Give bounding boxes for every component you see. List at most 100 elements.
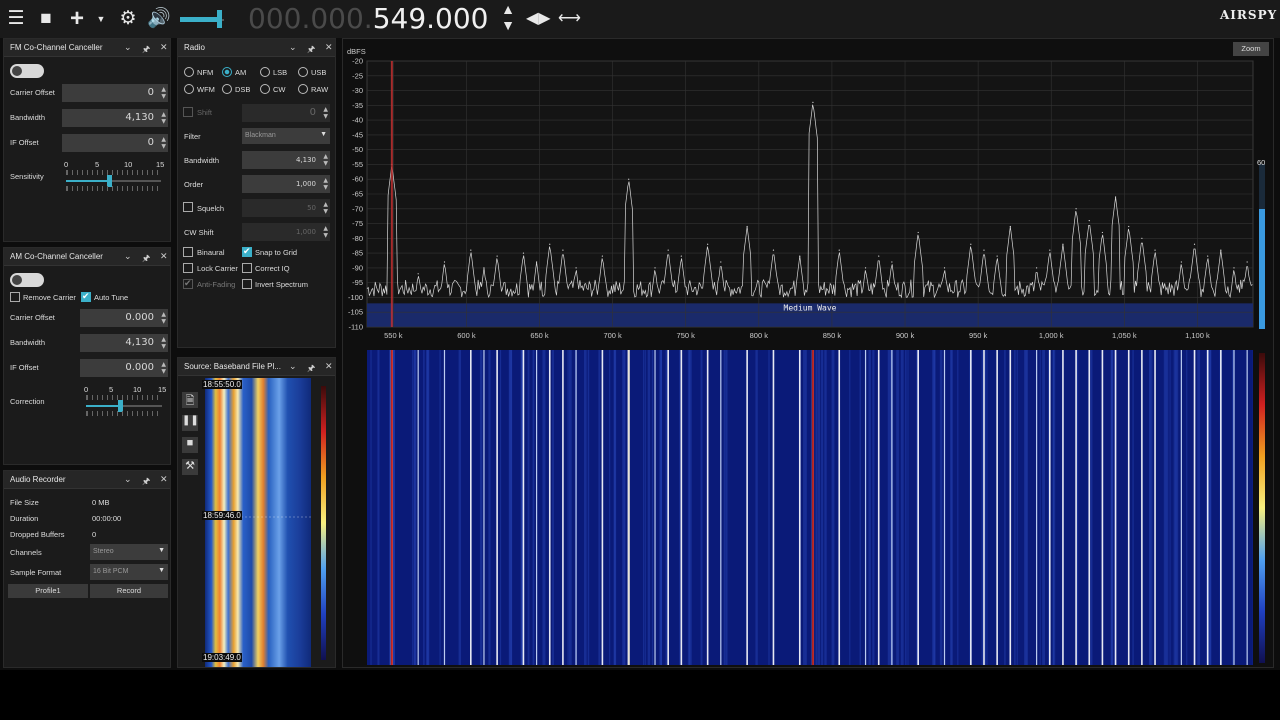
order-input[interactable]: 1,000 ▲ ▼ xyxy=(242,175,330,193)
lock-carrier-checkbox[interactable] xyxy=(183,263,193,273)
mode-radio-lsb[interactable] xyxy=(260,67,270,77)
if-offset-input[interactable]: 0 ▲ ▼ xyxy=(62,134,168,152)
noise-streak xyxy=(1197,350,1201,665)
gear-icon[interactable]: ⚙ xyxy=(116,0,140,38)
mode-label: DSB xyxy=(235,85,251,94)
close-icon[interactable]: ✕ xyxy=(325,42,333,53)
waterfall-signal-line xyxy=(667,350,669,665)
baseband-waterfall[interactable] xyxy=(205,378,311,667)
chevron-down-icon[interactable]: ▼ xyxy=(96,0,106,38)
signal-peak xyxy=(1009,225,1011,228)
spectrum-plot[interactable]: -20 -25 -30 -35 -40 -45 -50 -55 -60 -65 -70 -75 -80 -… xyxy=(343,39,1275,339)
dropped-buffers-label: Dropped Buffers xyxy=(10,530,65,539)
collapse-icon[interactable]: ⌄ xyxy=(124,42,132,53)
if-offset-input[interactable]: 0.000 ▲ ▼ xyxy=(80,359,168,377)
noise-streak xyxy=(950,350,953,665)
stop-icon[interactable]: ■ xyxy=(182,437,198,453)
mode-radio-wfm[interactable] xyxy=(184,84,194,94)
spin-arrows-icon[interactable]: ▲ ▼ xyxy=(323,177,328,191)
waterfall-display[interactable] xyxy=(367,350,1253,665)
auto-tune-checkbox[interactable] xyxy=(81,291,91,302)
collapse-icon[interactable]: ⌄ xyxy=(289,42,297,53)
menu-icon[interactable]: ☰ xyxy=(6,0,26,38)
filter-select[interactable]: Blackman ▼ xyxy=(242,128,330,144)
spin-arrows-icon[interactable]: ▲ ▼ xyxy=(323,225,328,239)
volume-knob[interactable] xyxy=(216,10,222,28)
frequency-down-icon[interactable]: ▼ xyxy=(498,16,518,35)
enable-toggle[interactable] xyxy=(10,64,44,78)
cw-shift-input[interactable]: 1,000 ▲ ▼ xyxy=(242,223,330,241)
spin-arrows-icon[interactable]: ▲ ▼ xyxy=(161,111,166,125)
mode-radio-dsb[interactable] xyxy=(222,84,232,94)
shift-input[interactable]: 0 ▲ ▼ xyxy=(242,104,330,122)
spin-arrows-icon[interactable]: ▲ ▼ xyxy=(161,361,166,375)
enable-toggle[interactable] xyxy=(10,273,44,287)
waterfall-color-scale xyxy=(1259,353,1265,663)
binaural-checkbox[interactable] xyxy=(183,247,193,257)
sample-format-select[interactable]: 16 Bit PCM ▼ xyxy=(90,564,168,580)
spin-arrows-icon[interactable]: ▲ ▼ xyxy=(323,153,328,167)
close-icon[interactable]: ✕ xyxy=(325,361,333,372)
carrier-offset-input[interactable]: 0 ▲ ▼ xyxy=(62,84,168,102)
correct-iq-checkbox[interactable] xyxy=(242,263,252,273)
snap-to-grid-checkbox[interactable] xyxy=(242,246,252,257)
invert-spectrum-checkbox[interactable] xyxy=(242,279,252,289)
signal-peak xyxy=(680,255,682,257)
anti-fading-checkbox[interactable]: ✔ xyxy=(183,278,193,289)
waterfall-signal-line xyxy=(1101,350,1104,665)
channels-select[interactable]: Stereo ▼ xyxy=(90,544,168,560)
channels-label: Channels xyxy=(10,548,42,557)
signal-peak xyxy=(1233,267,1235,269)
tools-icon[interactable]: ⚒ xyxy=(182,459,198,475)
pin-icon[interactable]: 🖈 xyxy=(142,42,150,58)
collapse-icon[interactable]: ⌄ xyxy=(124,474,132,485)
squelch-input[interactable]: 50 ▲ ▼ xyxy=(242,199,330,217)
spin-arrows-icon[interactable]: ▲ ▼ xyxy=(161,311,166,325)
pin-icon[interactable]: 🖈 xyxy=(307,361,315,377)
spin-arrows-icon[interactable]: ▲ ▼ xyxy=(323,201,328,215)
pin-icon[interactable]: 🖈 xyxy=(307,42,315,58)
span-icon[interactable]: ⟷ xyxy=(558,0,581,38)
spin-arrows-icon[interactable]: ▲ ▼ xyxy=(323,106,328,120)
panel-header: Source: Baseband File Pl... ⌄ 🖈 ✕ xyxy=(178,358,335,376)
pin-icon[interactable]: 🖈 xyxy=(142,474,150,490)
spin-arrows-icon[interactable]: ▲ ▼ xyxy=(161,336,166,350)
spin-arrows-icon[interactable]: ▲ ▼ xyxy=(161,136,166,150)
scale-label: 10 xyxy=(124,160,133,169)
remove-carrier-checkbox[interactable] xyxy=(10,292,20,302)
mode-radio-cw[interactable] xyxy=(260,84,270,94)
bandwidth-input[interactable]: 4,130 ▲ ▼ xyxy=(80,334,168,352)
shift-checkbox[interactable] xyxy=(183,107,193,117)
signal-peak xyxy=(1220,249,1222,251)
record-button[interactable]: Record xyxy=(90,584,168,598)
squelch-checkbox[interactable] xyxy=(183,202,193,212)
mode-radio-nfm[interactable] xyxy=(184,67,194,77)
mode-radio-raw[interactable] xyxy=(298,84,308,94)
collapse-icon[interactable]: ⌄ xyxy=(124,251,132,262)
pin-icon[interactable]: 🖈 xyxy=(142,251,150,267)
stop-icon[interactable]: ■ xyxy=(36,0,56,38)
signal-peak xyxy=(1049,249,1051,251)
add-icon[interactable]: + xyxy=(66,0,88,38)
signal-peak xyxy=(772,249,775,251)
bandwidth-input[interactable]: 4,130 ▲ ▼ xyxy=(242,151,330,169)
collapse-icon[interactable]: ⌄ xyxy=(289,361,297,372)
spin-arrows-icon[interactable]: ▲ ▼ xyxy=(161,86,166,100)
bandwidth-value: 4,130 xyxy=(125,337,154,348)
close-icon[interactable]: ✕ xyxy=(160,251,168,262)
carrier-offset-input[interactable]: 0.000 ▲ ▼ xyxy=(80,309,168,327)
speaker-icon[interactable]: 🔊 xyxy=(146,0,172,38)
open-file-icon[interactable]: 🗎 xyxy=(182,392,198,408)
bandwidth-input[interactable]: 4,130 ▲ ▼ xyxy=(62,109,168,127)
close-icon[interactable]: ✕ xyxy=(160,474,168,485)
profile-button[interactable]: Profile1 xyxy=(8,584,88,598)
frequency-display[interactable]: 000.000.549.000 xyxy=(248,1,488,37)
step-arrows-icon[interactable]: ◀▶ xyxy=(526,0,551,38)
close-icon[interactable]: ✕ xyxy=(160,42,168,53)
mode-radio-am[interactable] xyxy=(222,67,232,77)
pause-icon[interactable]: ❚❚ xyxy=(182,415,199,431)
signal-peak xyxy=(1193,243,1196,245)
order-label: Order xyxy=(184,180,204,189)
noise-streak xyxy=(520,350,523,665)
mode-radio-usb[interactable] xyxy=(298,67,308,77)
